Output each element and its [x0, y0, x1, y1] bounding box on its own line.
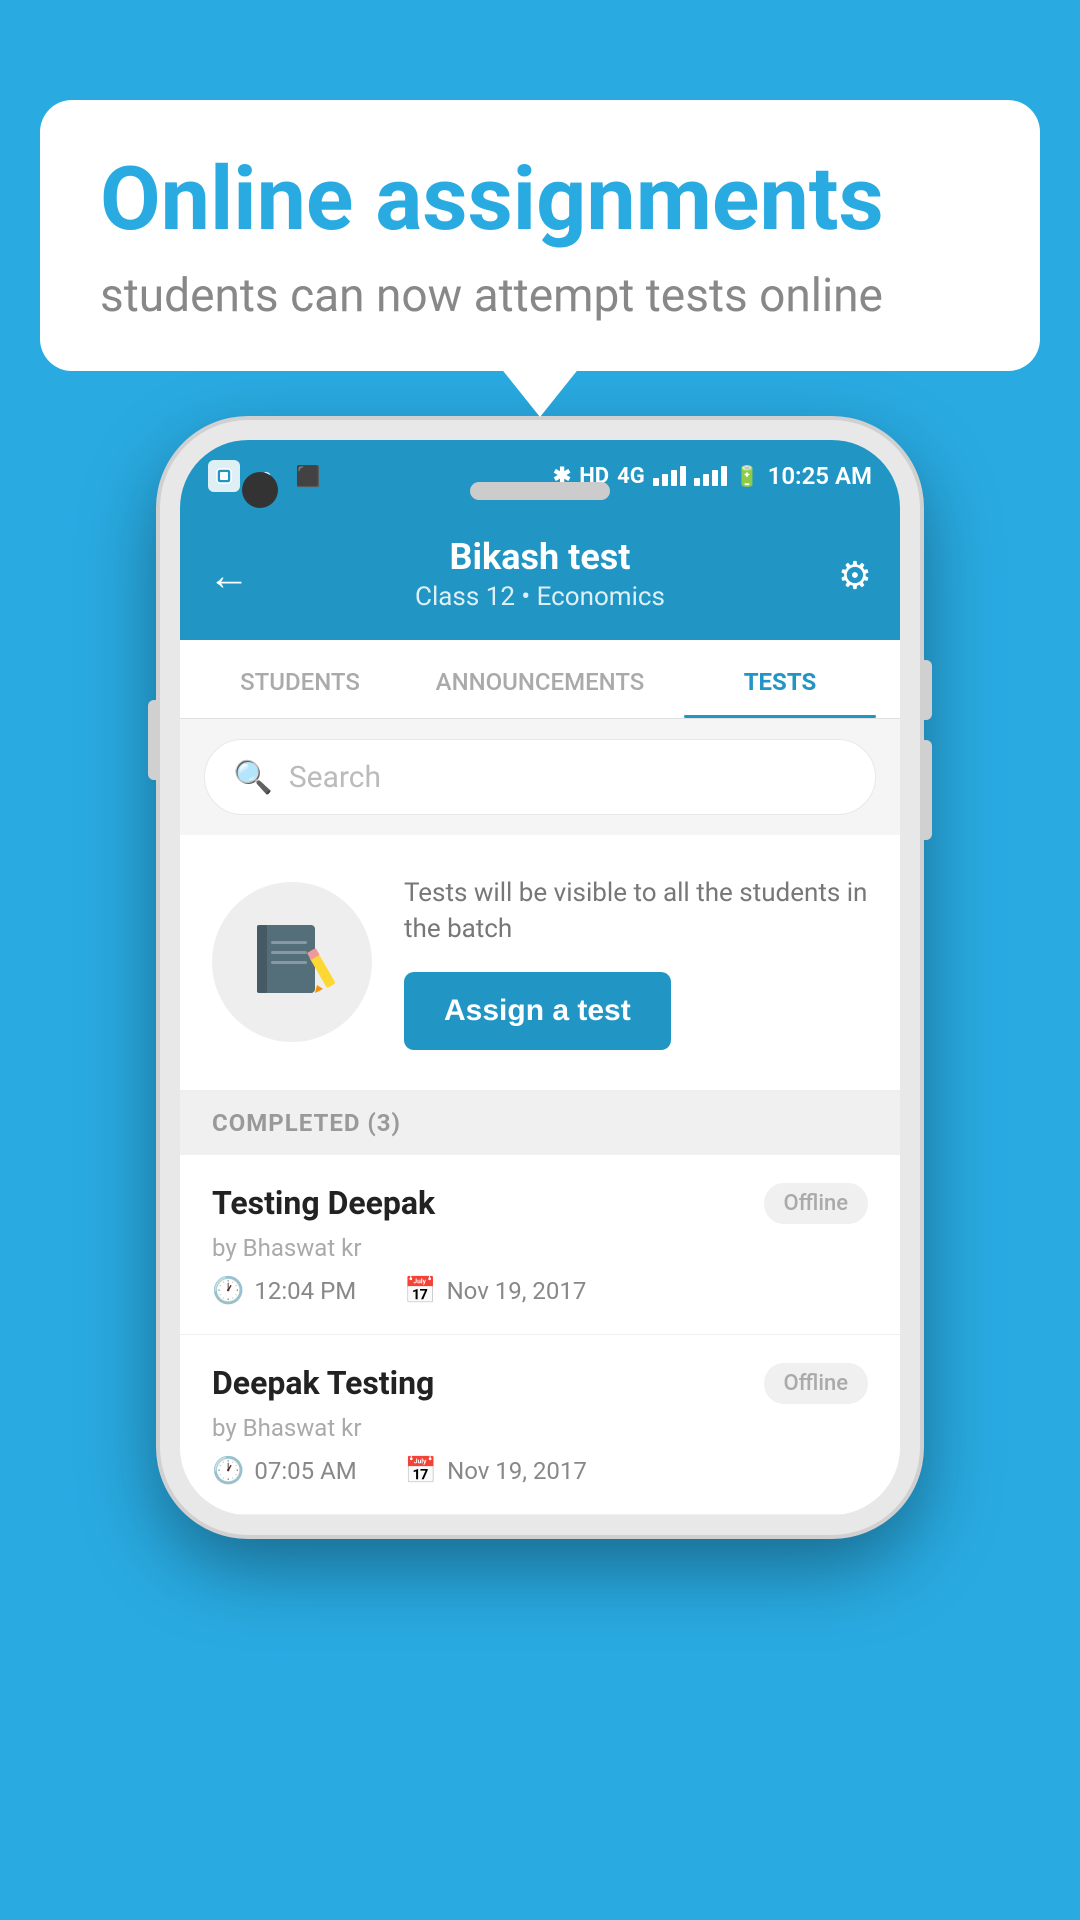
test-author-1: by Bhaswat kr — [212, 1234, 868, 1262]
calendar-icon-1: 📅 — [404, 1276, 436, 1306]
bubble-title: Online assignments — [100, 152, 980, 249]
assign-test-button[interactable]: Assign a test — [404, 972, 671, 1050]
search-placeholder[interactable]: Search — [289, 760, 381, 795]
signal-bars — [653, 466, 686, 486]
bubble-subtitle: students can now attempt tests online — [100, 269, 980, 323]
phone-button-right-2 — [920, 740, 932, 840]
clock-icon-2: 🕐 — [212, 1456, 244, 1486]
assign-description: Tests will be visible to all the student… — [404, 875, 868, 948]
test-time-2: 🕐 07:05 AM — [212, 1456, 357, 1486]
assign-content: Tests will be visible to all the student… — [404, 875, 868, 1050]
test-meta-2: 🕐 07:05 AM 📅 Nov 19, 2017 — [212, 1456, 868, 1486]
test-status-2: Offline — [764, 1363, 868, 1404]
test-date-1: 📅 Nov 19, 2017 — [404, 1276, 586, 1306]
test-status-1: Offline — [764, 1183, 868, 1224]
app-header: ← Bikash test Class 12 • Economics ⚙ — [180, 512, 900, 640]
phone-camera — [242, 472, 278, 508]
test-item-header-2: Deepak Testing Offline — [212, 1363, 868, 1404]
test-item-header-1: Testing Deepak Offline — [212, 1183, 868, 1224]
test-time-1: 🕐 12:04 PM — [212, 1276, 356, 1306]
calendar-icon-2: 📅 — [405, 1456, 437, 1486]
back-button[interactable]: ← — [208, 552, 250, 601]
assign-section: Tests will be visible to all the student… — [180, 835, 900, 1091]
network-indicator: 4G — [617, 464, 645, 489]
battery-icon: 🔋 — [735, 464, 760, 488]
signal-bars-2 — [694, 466, 727, 486]
phone-speaker — [470, 482, 610, 500]
test-date-2: 📅 Nov 19, 2017 — [405, 1456, 587, 1486]
test-name-1: Testing Deepak — [212, 1184, 435, 1222]
test-meta-1: 🕐 12:04 PM 📅 Nov 19, 2017 — [212, 1276, 868, 1306]
test-item-2[interactable]: Deepak Testing Offline by Bhaswat kr 🕐 0… — [180, 1335, 900, 1515]
search-icon: 🔍 — [233, 758, 273, 796]
search-container: 🔍 Search — [180, 719, 900, 835]
test-item[interactable]: Testing Deepak Offline by Bhaswat kr 🕐 1… — [180, 1155, 900, 1335]
app-icon-1 — [208, 460, 240, 492]
tab-bar: STUDENTS ANNOUNCEMENTS TESTS — [180, 640, 900, 719]
clock-icon-1: 🕐 — [212, 1276, 244, 1306]
tab-students[interactable]: STUDENTS — [180, 640, 420, 718]
tab-announcements[interactable]: ANNOUNCEMENTS — [420, 640, 660, 718]
speech-bubble: Online assignments students can now atte… — [40, 100, 1040, 371]
phone-mockup: ● ⬛ ✱ HD 4G — [160, 420, 920, 1535]
completed-section-header: COMPLETED (3) — [180, 1091, 900, 1155]
tab-tests[interactable]: TESTS — [660, 640, 900, 718]
settings-button[interactable]: ⚙ — [838, 554, 872, 599]
notebook-icon-wrap — [212, 882, 372, 1042]
phone-button-right-1 — [920, 660, 932, 720]
phone-screen: ● ⬛ ✱ HD 4G — [180, 440, 900, 1515]
header-title: Bikash test — [212, 536, 868, 578]
header-subtitle: Class 12 • Economics — [212, 582, 868, 612]
gallery-icon: ⬛ — [292, 460, 324, 492]
test-author-2: by Bhaswat kr — [212, 1414, 868, 1442]
notebook-icon — [247, 917, 337, 1007]
test-name-2: Deepak Testing — [212, 1364, 434, 1402]
status-bar: ● ⬛ ✱ HD 4G — [180, 440, 900, 512]
phone-button-left — [148, 700, 160, 780]
time-display: 10:25 AM — [768, 462, 872, 490]
search-bar[interactable]: 🔍 Search — [204, 739, 876, 815]
